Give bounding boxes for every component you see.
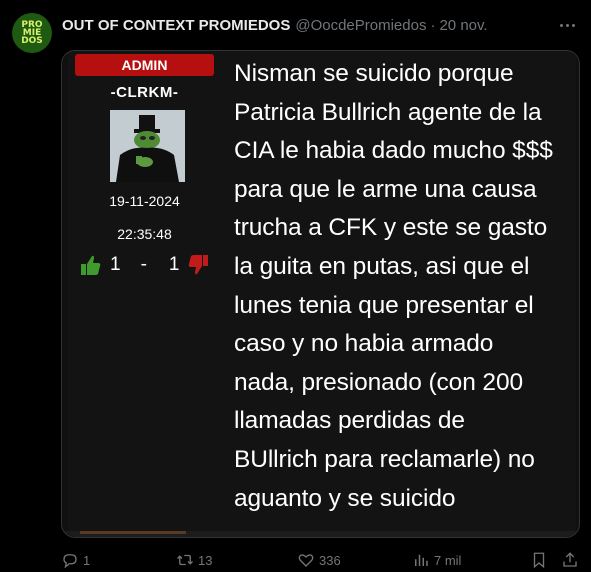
thumb-up-icon: [81, 255, 101, 275]
views-button[interactable]: 7 mil: [412, 548, 461, 572]
admin-badge: ADMIN: [75, 54, 214, 76]
vote-separator: -: [140, 254, 147, 275]
forum-post-body: Nisman se suicido porque Patricia Bullri…: [234, 60, 553, 512]
reply-icon: [63, 554, 77, 569]
reply-button[interactable]: 1: [61, 548, 90, 572]
forum-avatar-image: [110, 110, 185, 182]
like-icon: [298, 554, 314, 567]
tweet-actions: 1 13 336 7 mil: [61, 548, 581, 572]
like-button[interactable]: 336: [297, 548, 341, 572]
header-separator: ·: [430, 16, 436, 34]
reply-count: 1: [83, 552, 91, 568]
repost-count: 13: [198, 552, 213, 568]
tweet-header: OUT OF CONTEXT PROMIEDOS @OocdePromiedos…: [62, 15, 551, 35]
forum-username: -CLRKM-: [110, 84, 179, 101]
views-icon: [415, 554, 428, 566]
next-post-edge: [62, 531, 579, 537]
forum-post-date: 19-11-2024: [109, 193, 180, 209]
account-avatar[interactable]: PRO MIE DOS: [12, 13, 52, 53]
thumb-down-icon: [189, 255, 209, 275]
tweet-date[interactable]: 20 nov.: [439, 17, 487, 34]
share-icon: [563, 552, 577, 567]
bookmark-icon: [533, 552, 545, 569]
forum-post: ADMIN -CLRKM- 19-11-2024 22:35:48 1 - 1 …: [68, 51, 576, 533]
vote-bar: 1 - 1: [80, 253, 220, 277]
repost-icon: [177, 554, 193, 566]
share-button[interactable]: [561, 548, 579, 572]
more-icon[interactable]: [557, 15, 577, 35]
avatar-text-3: DOS: [21, 36, 43, 46]
repost-button[interactable]: 13: [176, 548, 212, 572]
tweet-media[interactable]: ADMIN -CLRKM- 19-11-2024 22:35:48 1 - 1 …: [61, 50, 580, 538]
forum-post-time: 22:35:48: [117, 226, 172, 242]
like-count: 336: [319, 552, 341, 568]
display-name[interactable]: OUT OF CONTEXT PROMIEDOS: [62, 17, 290, 34]
views-count: 7 mil: [434, 552, 462, 568]
vote-down-count: 1: [168, 254, 180, 275]
vote-up-count: 1: [110, 254, 121, 275]
bookmark-button[interactable]: [530, 548, 548, 572]
forum-user-avatar: [110, 110, 185, 182]
user-handle[interactable]: @OocdePromiedos: [295, 17, 426, 34]
